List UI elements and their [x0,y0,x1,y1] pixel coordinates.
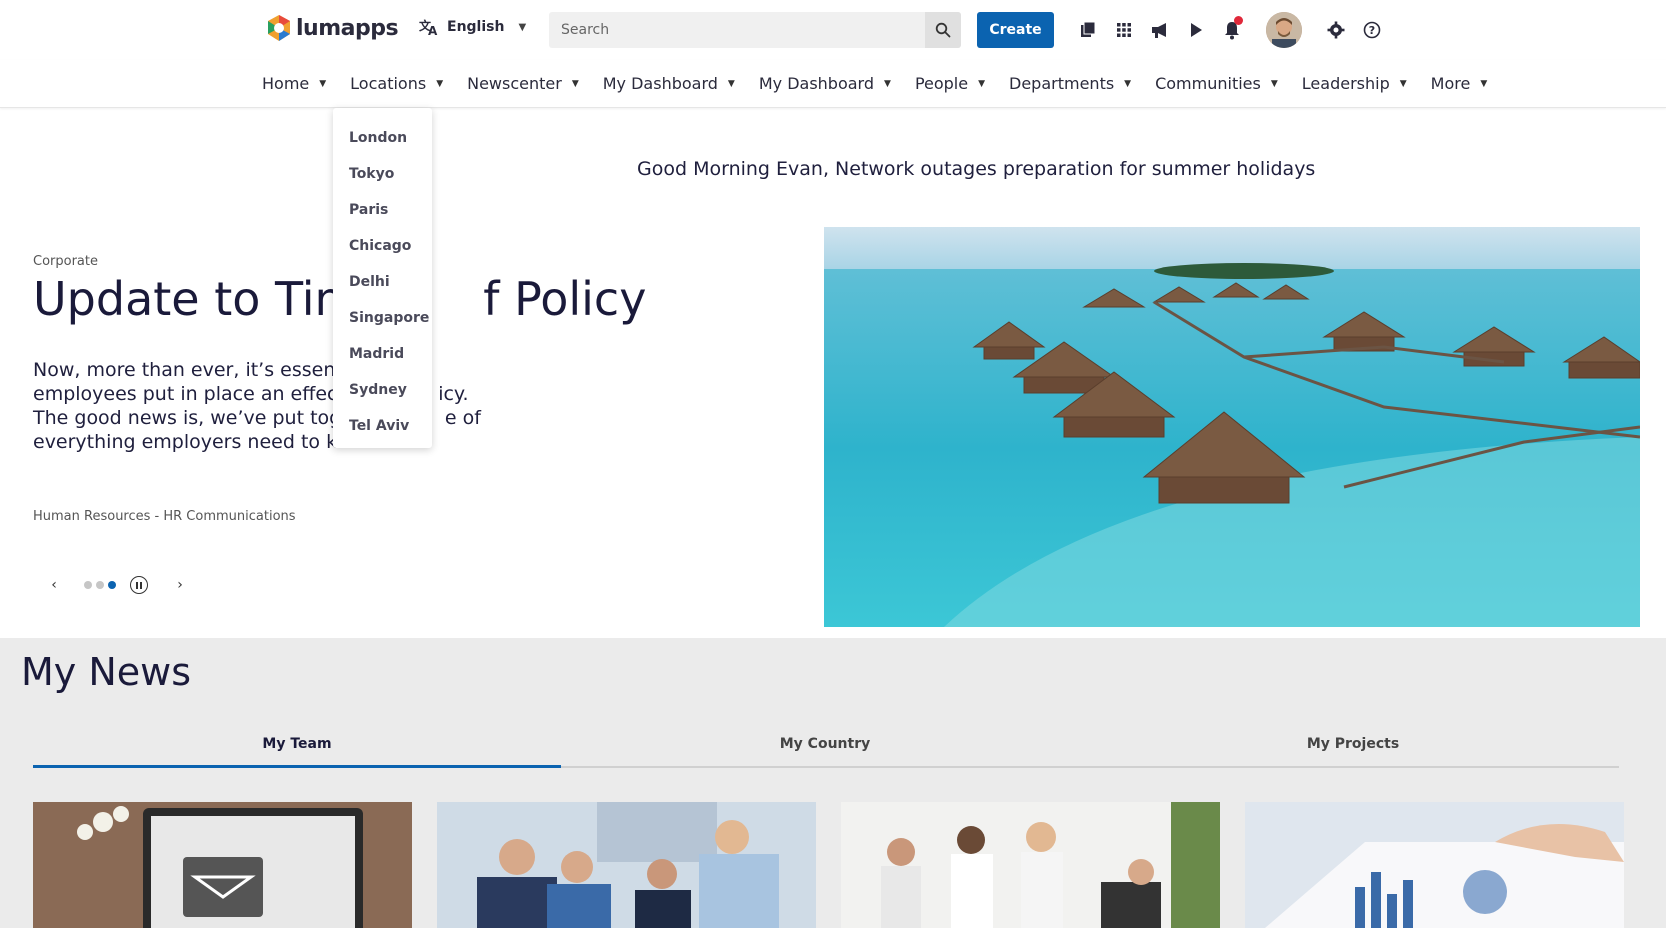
hero-image[interactable] [824,227,1640,627]
hero-line-tail: e of [444,407,481,429]
chevron-down-icon: ▼ [727,78,735,89]
carousel-dots [84,581,116,589]
news-card[interactable] [1245,802,1624,928]
nav-label: Communities [1155,74,1261,93]
notification-badge [1234,16,1243,25]
hero-line: everything employers need to kn [33,431,350,453]
nav-item-leadership[interactable]: Leadership ▼ [1302,74,1407,93]
nav-item-departments[interactable]: Departments ▼ [1009,74,1131,93]
dropdown-item-singapore[interactable]: Singapore [333,300,432,336]
nav-label: Locations [350,74,427,93]
hero-line: Now, more than ever, it’s essentia [33,359,360,381]
my-news-section: My News My Team My Country My Projects [0,638,1666,928]
search-button[interactable] [925,12,961,48]
news-card[interactable] [841,802,1220,928]
play-icon[interactable] [1184,18,1208,42]
svg-text:A: A [428,24,438,36]
news-card[interactable] [437,802,816,928]
chevron-right-icon[interactable]: › [170,575,190,595]
hero-title-end: f Policy [483,272,647,326]
hero-line-tail: icy. [438,383,469,405]
dropdown-item-madrid[interactable]: Madrid [333,336,432,372]
hero-meta: Human Resources - HR Communications [33,509,296,524]
chevron-down-icon: ▼ [1399,78,1407,89]
nav-label: Home [262,74,310,93]
dropdown-item-tokyo[interactable]: Tokyo [333,156,432,192]
greeting-message: Good Morning Evan, Network outages prepa… [637,158,1316,180]
library-icon[interactable] [1076,18,1100,42]
dropdown-item-sydney[interactable]: Sydney [333,372,432,408]
top-bar: lumapps 文 A English ▼ Create [0,0,1666,60]
chevron-down-icon: ▼ [436,78,444,89]
language-label: English [447,19,505,35]
chevron-down-icon: ▼ [571,78,579,89]
tab-my-country[interactable]: My Country [561,730,1089,768]
chevron-down-icon: ▼ [978,78,986,89]
language-selector[interactable]: 文 A English ▼ [419,18,526,36]
nav-label: My Dashboard [602,74,718,93]
nav-item-people[interactable]: People ▼ [915,74,985,93]
translate-icon: 文 A [419,18,438,36]
carousel-dot[interactable] [84,581,92,589]
nav-item-communities[interactable]: Communities ▼ [1155,74,1278,93]
dropdown-item-tel-aviv[interactable]: Tel Aviv [333,408,432,444]
nav-item-locations[interactable]: Locations ▼ [350,74,443,93]
apps-grid-icon[interactable] [1112,18,1136,42]
chevron-down-icon: ▼ [518,21,527,33]
nav-label: Newscenter [467,74,562,93]
search-bar [549,12,961,48]
news-card[interactable] [33,802,412,928]
megaphone-icon[interactable] [1148,18,1172,42]
chevron-left-icon[interactable]: ‹ [44,575,64,595]
svg-text:?: ? [1369,24,1375,37]
dropdown-item-paris[interactable]: Paris [333,192,432,228]
avatar[interactable] [1266,12,1302,48]
nav-label: People [914,74,969,93]
chevron-down-icon: ▼ [1480,78,1488,89]
tab-my-team[interactable]: My Team [33,730,561,768]
nav-label: Leadership [1301,74,1390,93]
tab-my-projects[interactable]: My Projects [1089,730,1617,768]
brand-name: lumapps [296,15,399,41]
search-icon [935,22,951,38]
chevron-down-icon: ▼ [319,78,327,89]
pause-icon[interactable] [130,576,148,594]
main-navigation: Home ▼ Locations ▼ Newscenter ▼ My Dashboar… [0,60,1666,108]
locations-dropdown: London Tokyo Paris Chicago Delhi Singapo… [333,108,432,448]
carousel-controls: ‹ › [44,575,190,595]
nav-item-home[interactable]: Home ▼ [262,74,326,93]
chevron-down-icon: ▼ [884,78,891,89]
carousel-dot[interactable] [108,581,116,589]
chevron-down-icon: ▼ [1124,78,1132,89]
hero-title-start: Update to Tim [33,272,360,326]
lumapps-logo-mark [268,15,290,41]
nav-menu: Home ▼ Locations ▼ Newscenter ▼ My Dashboar… [262,74,1511,93]
carousel-dot[interactable] [96,581,104,589]
create-button[interactable]: Create [977,12,1054,48]
dropdown-item-chicago[interactable]: Chicago [333,228,432,264]
nav-item-newscenter[interactable]: Newscenter ▼ [467,74,579,93]
nav-item-my-dashboard-2[interactable]: My Dashboard ▼ [759,74,891,93]
nav-label: More [1430,74,1471,93]
nav-label: My Dashboard [758,74,875,93]
bell-icon[interactable] [1220,16,1244,42]
dropdown-item-delhi[interactable]: Delhi [333,264,432,300]
search-input[interactable] [549,12,921,48]
hero-category: Corporate [33,254,98,269]
dropdown-item-london[interactable]: London [333,120,432,156]
help-icon[interactable]: ? [1360,18,1384,42]
hero-line: The good news is, we’ve put toge [33,407,353,429]
lumapps-logo[interactable]: lumapps [266,14,399,42]
news-tabs: My Team My Country My Projects [33,730,1619,768]
nav-label: Departments [1009,74,1115,93]
nav-item-more[interactable]: More ▼ [1431,74,1488,93]
section-title: My News [21,650,192,694]
nav-item-my-dashboard[interactable]: My Dashboard ▼ [603,74,735,93]
chevron-down-icon: ▼ [1270,78,1278,89]
gear-icon[interactable] [1324,18,1348,42]
hero-line: employees put in place an effecti [33,383,351,405]
